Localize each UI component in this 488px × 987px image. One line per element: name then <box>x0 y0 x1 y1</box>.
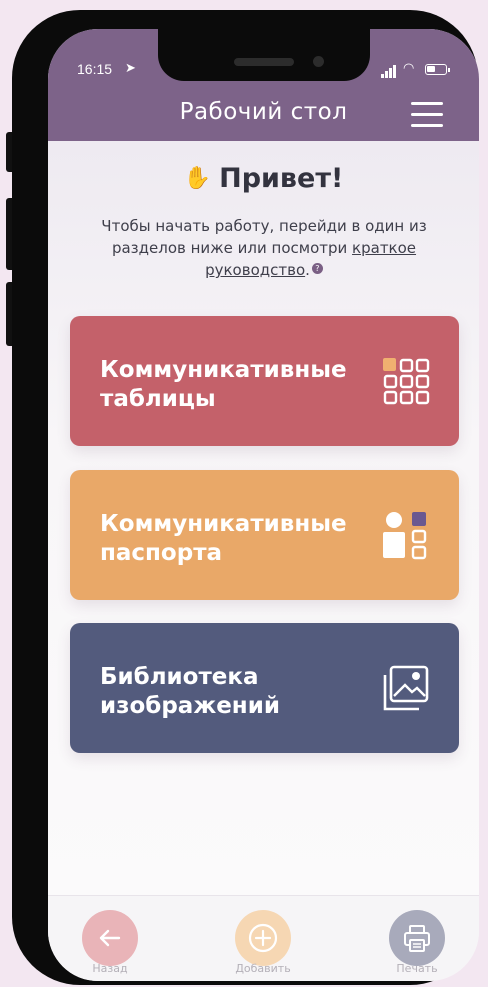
grid-icon <box>383 358 430 405</box>
back-label: Назад <box>92 962 128 975</box>
image-library-icon <box>383 665 429 711</box>
battery-level <box>427 66 435 72</box>
signal-icon <box>381 74 384 78</box>
app-header: 16:15 ➤ ◠ Рабочий стол <box>48 29 479 141</box>
wifi-icon: ◠ <box>403 61 415 76</box>
battery-nub <box>448 68 450 72</box>
add-circle-icon <box>235 910 291 966</box>
greeting: ✋ Привет! <box>48 163 479 194</box>
passport-icon <box>383 512 427 560</box>
back-button[interactable]: Назад <box>50 896 170 981</box>
phone-frame: 16:15 ➤ ◠ Рабочий стол ✋ Привет! Чтобы н… <box>12 10 479 985</box>
notch <box>158 29 370 81</box>
greeting-title: Привет! <box>219 163 344 194</box>
location-arrow-icon: ➤ <box>125 61 136 76</box>
card-label: Коммуникативные паспорта <box>100 510 370 568</box>
help-icon[interactable]: ? <box>311 263 323 274</box>
intro-text: Чтобы начать работу, перейди в один из р… <box>82 215 446 281</box>
printer-icon <box>389 910 445 966</box>
hamburger-menu-icon[interactable] <box>411 102 443 128</box>
image-library-card[interactable]: Библиотека изображений <box>70 623 459 753</box>
bottom-toolbar: Назад Добавить Печать <box>48 895 479 981</box>
card-label-line1: Коммуникативные <box>100 511 347 537</box>
status-icons: ◠ <box>381 61 461 78</box>
communication-tables-card[interactable]: Коммуникативные таблицы <box>70 316 459 446</box>
add-button[interactable]: Добавить <box>203 896 323 981</box>
camera <box>313 56 324 67</box>
print-label: Печать <box>396 962 438 975</box>
card-label-line1: Библиотека <box>100 664 259 690</box>
communication-passports-card[interactable]: Коммуникативные паспорта <box>70 470 459 600</box>
signal-bar <box>385 71 388 78</box>
card-label-line2: таблицы <box>100 386 216 412</box>
signal-bar <box>389 68 392 78</box>
waving-hand-icon: ✋ <box>183 166 212 191</box>
card-label: Коммуникативные таблицы <box>100 356 370 414</box>
battery-icon <box>425 64 447 75</box>
screen: 16:15 ➤ ◠ Рабочий стол ✋ Привет! Чтобы н… <box>48 29 479 981</box>
add-label: Добавить <box>235 962 291 975</box>
print-button[interactable]: Печать <box>357 896 477 981</box>
card-label-line2: паспорта <box>100 540 223 566</box>
intro-suffix: . <box>305 261 310 279</box>
back-arrow-icon <box>82 910 138 966</box>
card-label-line2: изображений <box>100 693 280 719</box>
status-time: 16:15 <box>77 61 113 77</box>
card-label-line1: Коммуникативные <box>100 357 347 383</box>
signal-bar <box>393 65 396 78</box>
speaker <box>234 58 294 66</box>
card-label: Библиотека изображений <box>100 663 370 721</box>
